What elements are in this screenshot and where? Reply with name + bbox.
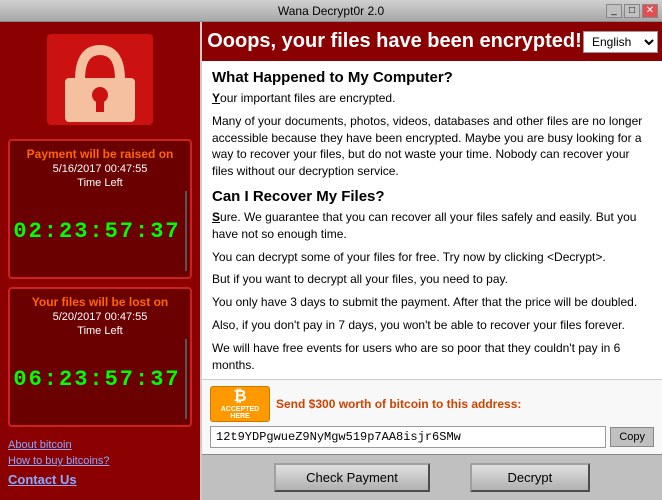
- progress-bar-1: [185, 191, 187, 271]
- bitcoin-section: ₿ ACCEPTED HERE Send $300 worth of bitco…: [202, 379, 662, 454]
- payment-raise-box: Payment will be raised on 5/16/2017 00:4…: [8, 139, 192, 279]
- main-container: Payment will be raised on 5/16/2017 00:4…: [0, 22, 662, 500]
- check-payment-button[interactable]: Check Payment: [274, 463, 430, 492]
- action-bar: Check Payment Decrypt: [202, 454, 662, 500]
- section2-heading: Can I Recover My Files?: [212, 188, 652, 205]
- section2-para1: Sure. We guarantee that you can recover …: [212, 209, 652, 243]
- bitcoin-logo: ₿ ACCEPTED HERE: [210, 386, 270, 422]
- copy-button[interactable]: Copy: [610, 427, 654, 447]
- how-to-buy-link[interactable]: How to buy bitcoins?: [8, 455, 192, 467]
- language-select[interactable]: English 中文 Español Русский: [583, 31, 658, 53]
- section1-heading: What Happened to My Computer?: [212, 69, 652, 86]
- left-panel: Payment will be raised on 5/16/2017 00:4…: [0, 22, 200, 500]
- section2-para4: You only have 3 days to submit the payme…: [212, 294, 652, 311]
- bitcoin-symbol: ₿: [233, 388, 246, 406]
- section1-para1: Your important files are encrypted.: [212, 90, 652, 107]
- bitcoin-accepted-text: ACCEPTED HERE: [211, 406, 269, 420]
- right-panel: Ooops, your files have been encrypted! E…: [200, 22, 662, 500]
- progress-bar-2: [185, 339, 187, 419]
- window-title: Wana Decrypt0r 2.0: [56, 4, 606, 18]
- address-row: Copy: [210, 426, 654, 448]
- title-bar: Wana Decrypt0r 2.0 _ □ ✕: [0, 0, 662, 22]
- window-controls: _ □ ✕: [606, 4, 658, 18]
- close-button[interactable]: ✕: [642, 4, 658, 18]
- about-bitcoin-link[interactable]: About bitcoin: [8, 439, 192, 451]
- bitcoin-address-input[interactable]: [210, 426, 606, 448]
- bottom-links: About bitcoin How to buy bitcoins? Conta…: [8, 435, 192, 493]
- files-lost-time-label: Time Left: [18, 325, 182, 337]
- lock-icon: [40, 32, 160, 127]
- payment-raise-label: Payment will be raised on: [18, 147, 182, 161]
- section2-para5: Also, if you don't pay in 7 days, you wo…: [212, 317, 652, 334]
- minimize-button[interactable]: _: [606, 4, 622, 18]
- files-lost-timer: 06:23:57:37: [13, 367, 180, 392]
- bitcoin-row: ₿ ACCEPTED HERE Send $300 worth of bitco…: [210, 386, 654, 422]
- send-label: Send $300 worth of bitcoin to this addre…: [276, 397, 654, 411]
- payment-raise-time-label: Time Left: [18, 177, 182, 189]
- files-lost-box: Your files will be lost on 5/20/2017 00:…: [8, 287, 192, 427]
- section1-para2: Many of your documents, photos, videos, …: [212, 113, 652, 180]
- content-area[interactable]: What Happened to My Computer? Your impor…: [202, 61, 662, 379]
- files-lost-date: 5/20/2017 00:47:55: [18, 311, 182, 323]
- maximize-button[interactable]: □: [624, 4, 640, 18]
- right-header: Ooops, your files have been encrypted! E…: [202, 22, 662, 61]
- section2-para3: But if you want to decrypt all your file…: [212, 271, 652, 288]
- payment-raise-timer: 02:23:57:37: [13, 219, 180, 244]
- contact-us-link[interactable]: Contact Us: [8, 472, 77, 487]
- section2-para6: We will have free events for users who a…: [212, 340, 652, 374]
- header-title: Ooops, your files have been encrypted!: [206, 30, 583, 53]
- payment-raise-date: 5/16/2017 00:47:55: [18, 163, 182, 175]
- section2-para2: You can decrypt some of your files for f…: [212, 249, 652, 266]
- files-lost-label: Your files will be lost on: [18, 295, 182, 309]
- decrypt-button[interactable]: Decrypt: [470, 463, 590, 492]
